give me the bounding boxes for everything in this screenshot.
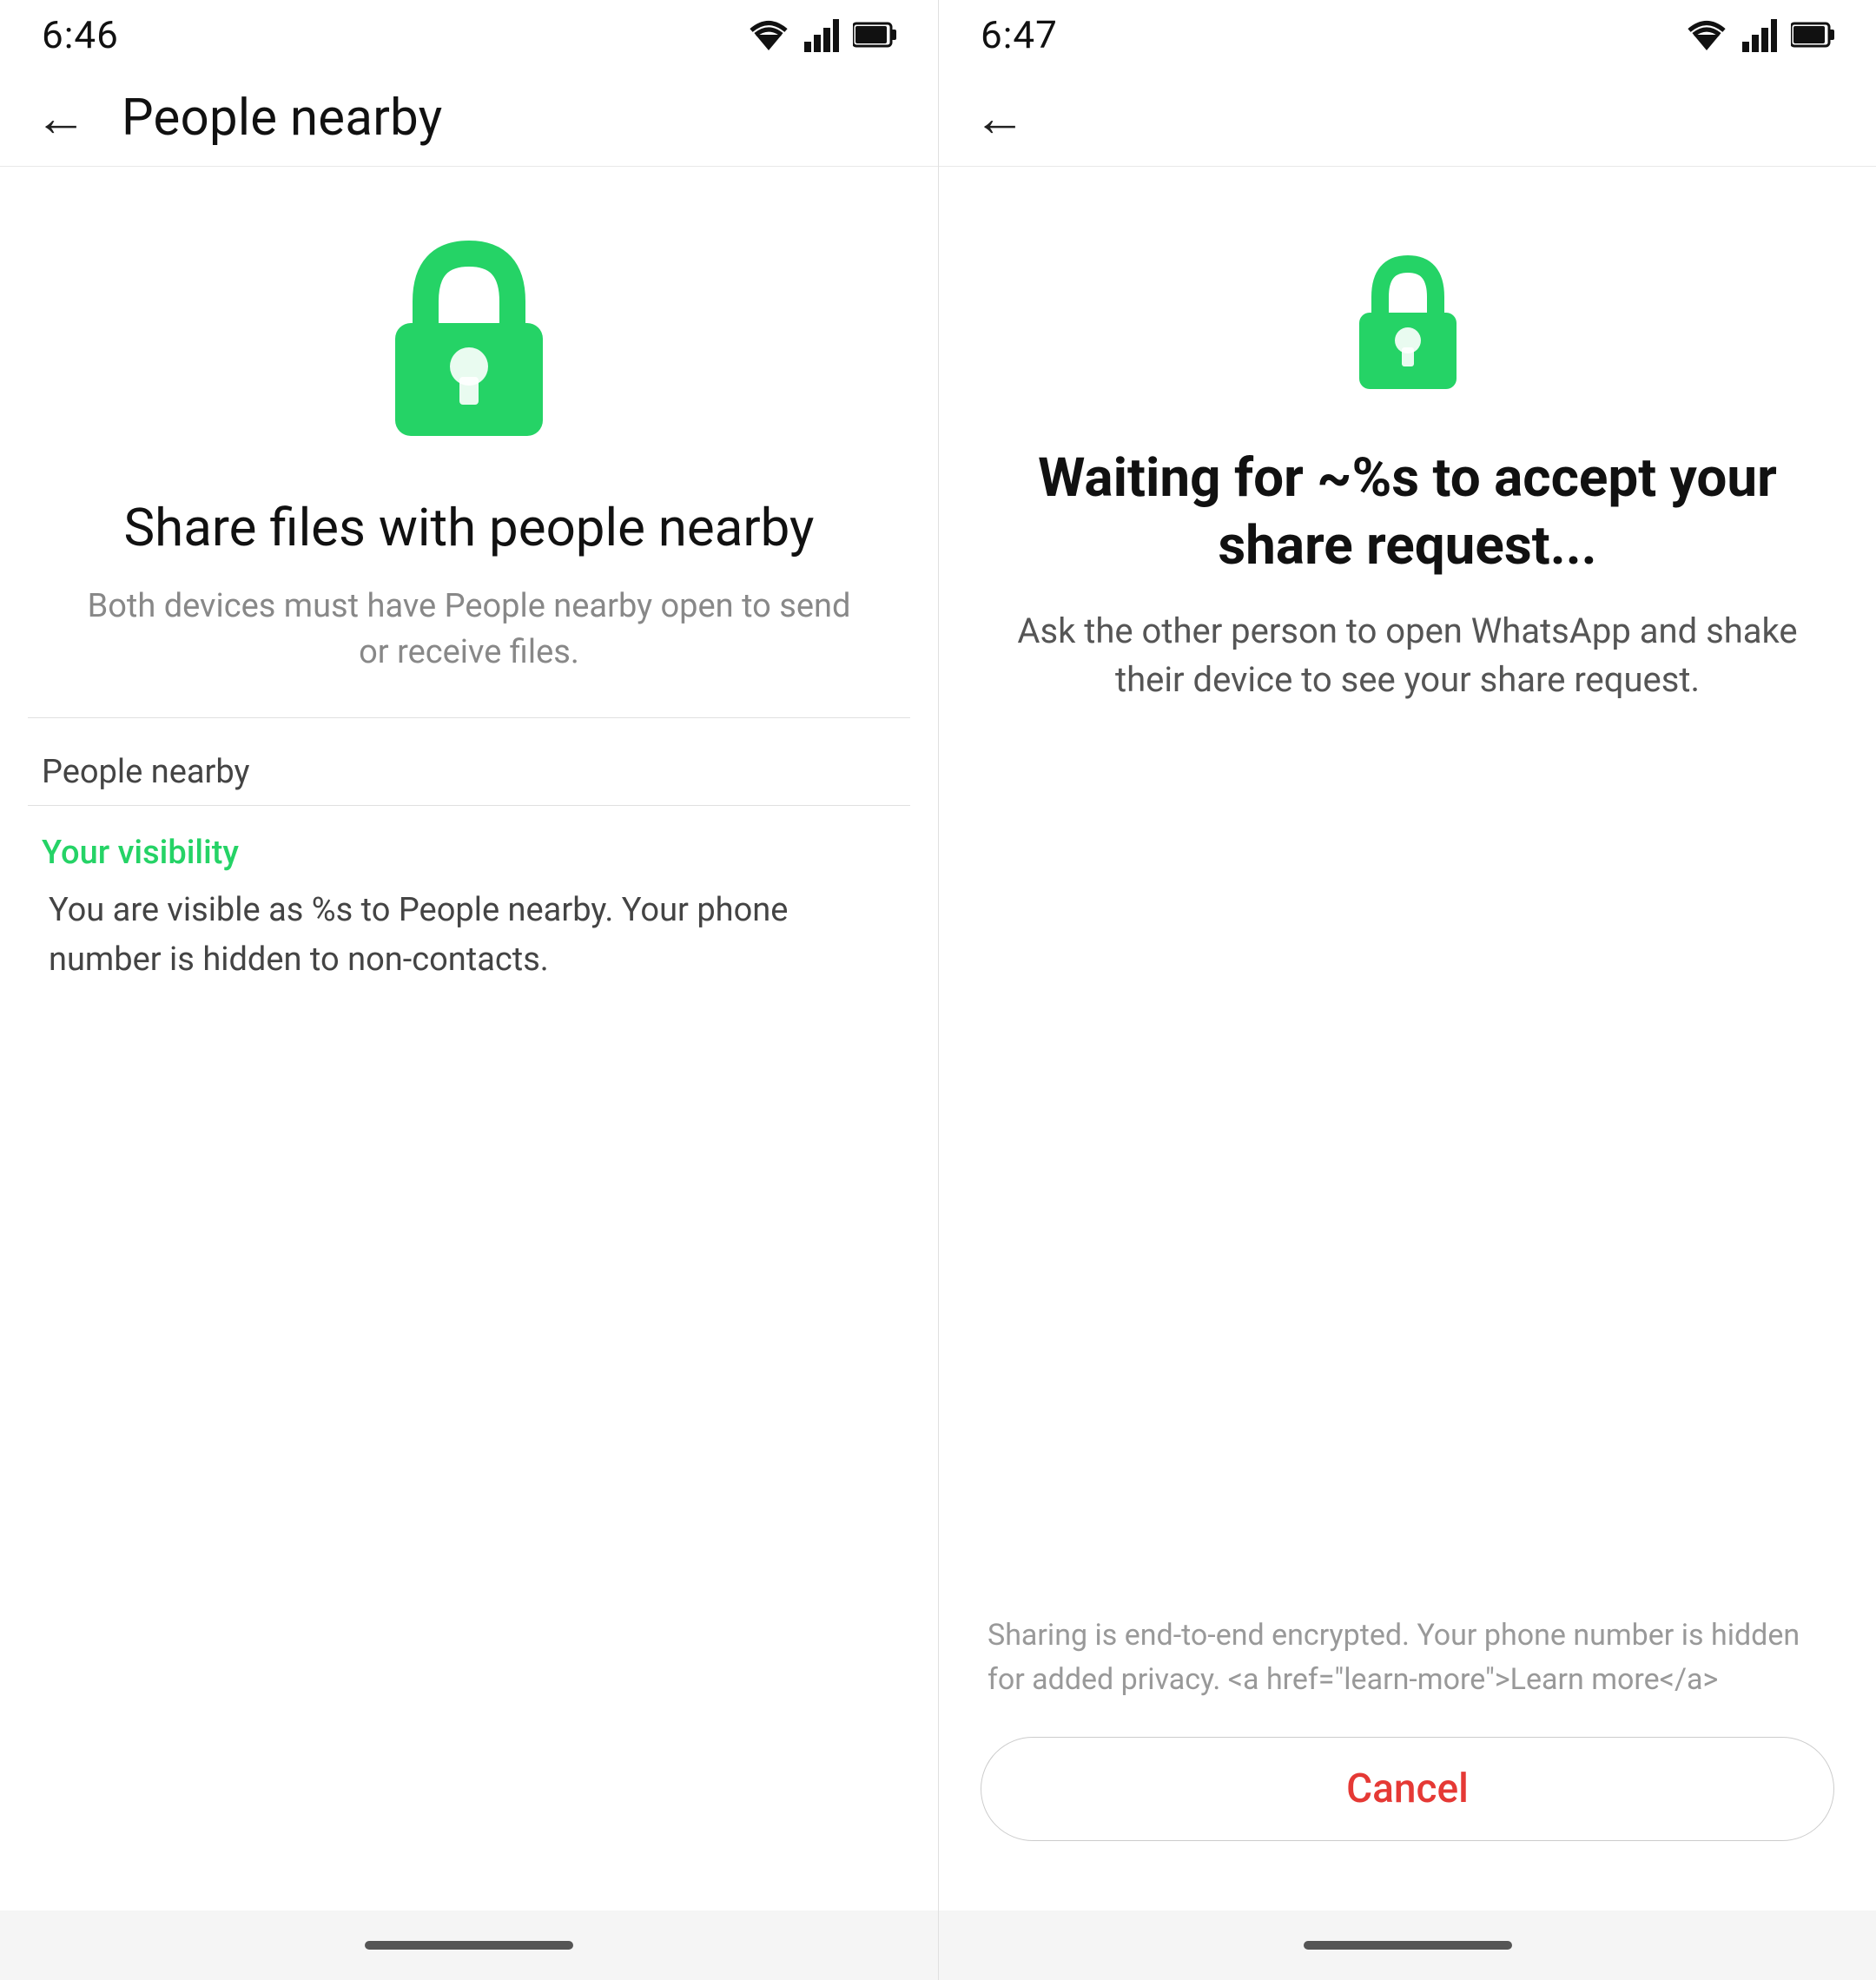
status-time-right: 6:47	[981, 12, 1058, 57]
content-right: Waiting for ~%s to accept your share req…	[939, 167, 1876, 1911]
lock-svg-large	[373, 236, 565, 445]
status-time-left: 6:46	[42, 12, 119, 57]
back-button-right[interactable]: ←	[967, 85, 1033, 151]
status-bar-left: 6:46	[0, 0, 938, 69]
visibility-title: Your visibility	[0, 806, 938, 879]
battery-icon	[853, 20, 896, 50]
home-indicator-left	[0, 1911, 938, 1980]
lock-icon-small	[939, 254, 1876, 393]
back-button-left[interactable]: ←	[28, 85, 94, 151]
right-screen: 6:47 ←	[938, 0, 1876, 1980]
home-bar-right	[1304, 1941, 1512, 1950]
status-bar-right: 6:47	[939, 0, 1876, 69]
cancel-button-label: Cancel	[1346, 1766, 1469, 1812]
lock-svg-small	[1347, 254, 1469, 393]
waiting-subtitle: Ask the other person to open WhatsApp an…	[939, 607, 1876, 704]
page-title-left: People nearby	[122, 89, 442, 148]
main-heading: Share files with people nearby	[0, 497, 938, 559]
left-screen: 6:46 ← People nearb	[0, 0, 938, 1980]
bottom-section-right: Sharing is end-to-end encrypted. Your ph…	[939, 1614, 1876, 1911]
section-label: People nearby	[0, 718, 938, 805]
top-bar-left: ← People nearby	[0, 69, 938, 167]
lock-icon-large	[0, 236, 938, 445]
home-indicator-right	[939, 1911, 1876, 1980]
content-left: Share files with people nearby Both devi…	[0, 167, 938, 1911]
signal-icon	[804, 17, 839, 52]
cancel-button[interactable]: Cancel	[981, 1737, 1834, 1841]
wifi-icon-right	[1685, 17, 1728, 52]
home-bar-left	[365, 1941, 573, 1950]
top-bar-right: ←	[939, 69, 1876, 167]
battery-icon-right	[1791, 20, 1834, 50]
signal-icon-right	[1742, 17, 1777, 52]
status-icons-right	[1685, 17, 1834, 52]
bottom-note: Sharing is end-to-end encrypted. Your ph…	[981, 1614, 1834, 1702]
status-icons-left	[747, 17, 896, 52]
visibility-body: You are visible as %s to People nearby. …	[0, 879, 938, 1013]
wifi-icon	[747, 17, 790, 52]
main-subtext: Both devices must have People nearby ope…	[0, 584, 938, 676]
waiting-title: Waiting for ~%s to accept your share req…	[939, 445, 1876, 579]
